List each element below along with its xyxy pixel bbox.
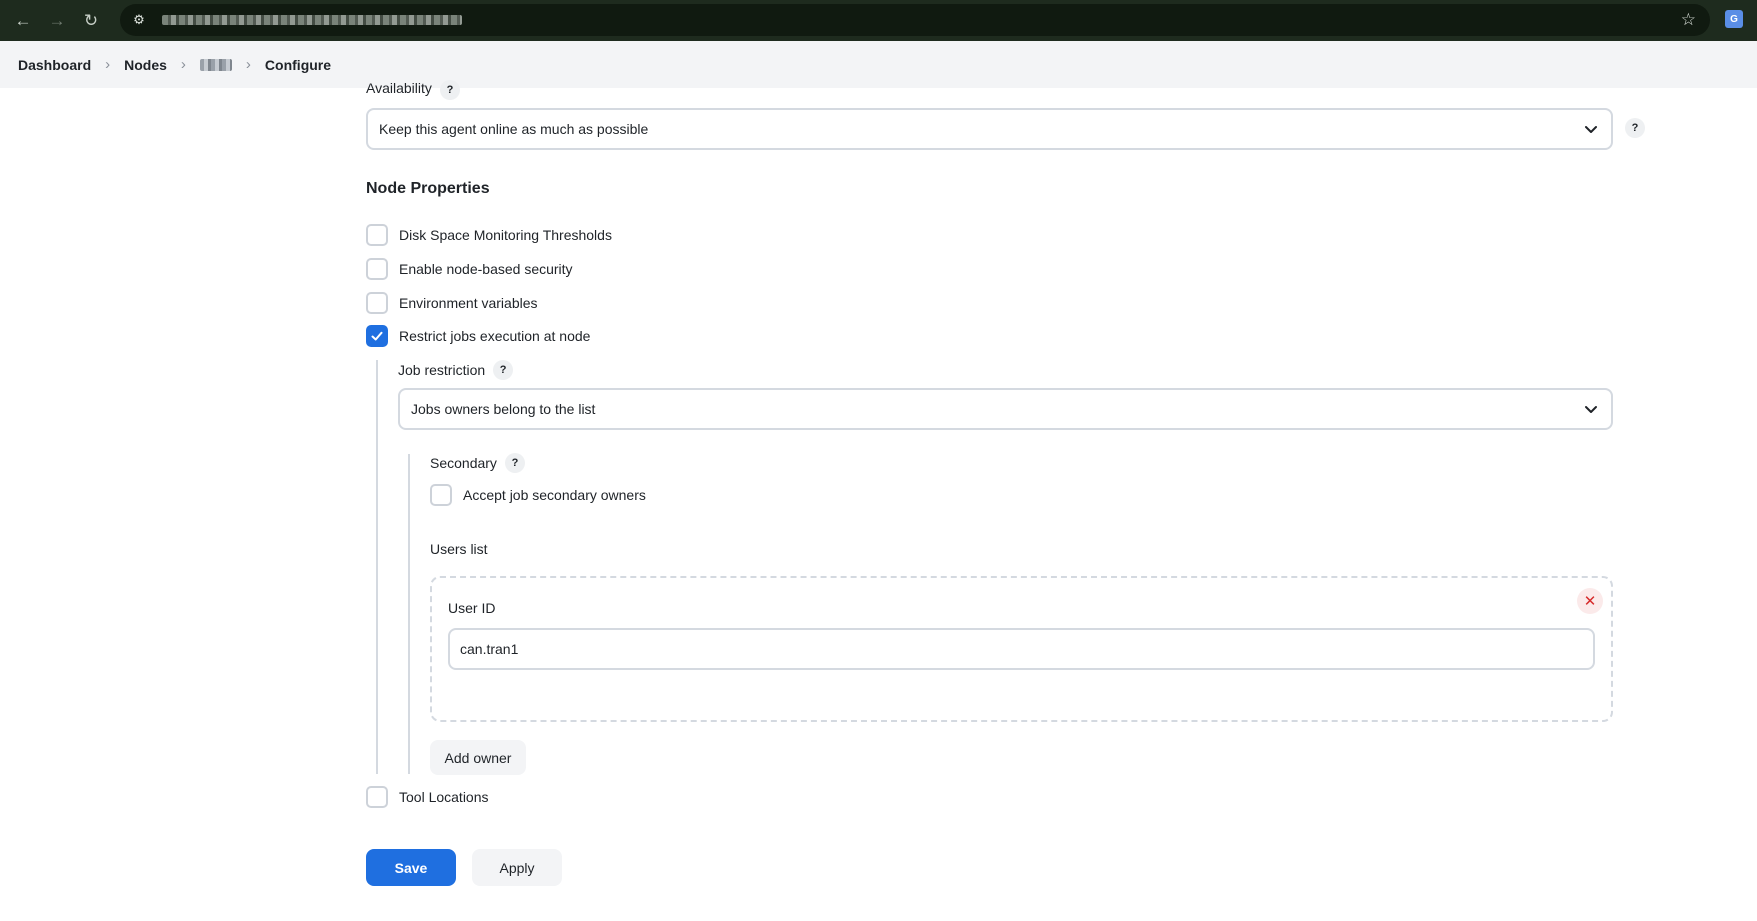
save-button[interactable]: Save xyxy=(366,849,456,886)
option-disk-space-monitoring[interactable]: Disk Space Monitoring Thresholds xyxy=(366,224,612,246)
reload-icon[interactable]: ↻ xyxy=(80,10,102,32)
chevron-right-icon: › xyxy=(245,56,251,73)
availability-label: Availability xyxy=(366,80,432,96)
secondary-text: Secondary xyxy=(430,455,497,471)
chevron-down-icon xyxy=(1585,126,1597,133)
breadcrumb: Dashboard › Nodes › › Configure xyxy=(0,41,1757,88)
url-text-redacted xyxy=(162,15,462,25)
chevron-down-icon xyxy=(1585,406,1597,413)
secondary-label: Secondary ? xyxy=(430,453,525,473)
option-restrict-jobs-execution[interactable]: Restrict jobs execution at node xyxy=(366,325,590,347)
checkmark-icon xyxy=(371,331,383,341)
help-icon[interactable]: ? xyxy=(504,453,525,473)
option-accept-secondary-owners[interactable]: Accept job secondary owners xyxy=(430,484,646,506)
star-icon[interactable]: ☆ xyxy=(1681,10,1696,30)
checkbox-checked[interactable] xyxy=(366,325,388,347)
job-restriction-label: Job restriction ? xyxy=(398,360,514,380)
breadcrumb-node-redacted[interactable] xyxy=(199,58,232,71)
nested-section-line xyxy=(408,454,410,774)
chevron-right-icon: › xyxy=(105,56,111,73)
option-label: Tool Locations xyxy=(399,789,489,805)
help-icon[interactable]: ? xyxy=(493,360,514,380)
job-restriction-select[interactable]: Jobs owners belong to the list xyxy=(398,388,1613,430)
breadcrumb-dashboard[interactable]: Dashboard xyxy=(18,57,91,73)
apply-button[interactable]: Apply xyxy=(472,849,562,886)
user-id-label: User ID xyxy=(448,600,496,616)
availability-select[interactable]: Keep this agent online as much as possib… xyxy=(366,108,1613,150)
user-id-input[interactable] xyxy=(448,628,1595,670)
availability-selected-value: Keep this agent online as much as possib… xyxy=(379,121,649,137)
user-entry-card: ✕ User ID xyxy=(430,576,1613,722)
help-icon[interactable]: ? xyxy=(1625,118,1645,138)
browser-toolbar: ← → ↻ ⚙ ☆ G xyxy=(0,0,1757,41)
job-restriction-text: Job restriction xyxy=(398,362,486,378)
checkbox[interactable] xyxy=(366,292,388,314)
option-label: Environment variables xyxy=(399,295,538,311)
job-restriction-selected-value: Jobs owners belong to the list xyxy=(411,401,596,417)
checkbox[interactable] xyxy=(366,224,388,246)
node-configure-form: Availability ? Keep this agent online as… xyxy=(0,80,1757,921)
remove-user-button[interactable]: ✕ xyxy=(1577,588,1603,614)
option-node-based-security[interactable]: Enable node-based security xyxy=(366,258,573,280)
option-tool-locations[interactable]: Tool Locations xyxy=(366,786,489,808)
option-label: Enable node-based security xyxy=(399,261,573,277)
nested-section-line xyxy=(376,360,378,774)
chevron-right-icon: › xyxy=(180,56,186,73)
checkbox[interactable] xyxy=(366,258,388,280)
translate-icon[interactable]: G xyxy=(1725,10,1743,28)
option-label: Accept job secondary owners xyxy=(463,487,646,503)
breadcrumb-configure[interactable]: Configure xyxy=(265,57,331,73)
forward-arrow-icon[interactable]: → xyxy=(46,10,68,32)
checkbox[interactable] xyxy=(366,786,388,808)
address-bar[interactable]: ⚙ ☆ xyxy=(120,4,1710,36)
option-label: Restrict jobs execution at node xyxy=(399,328,591,344)
option-environment-variables[interactable]: Environment variables xyxy=(366,292,538,314)
breadcrumb-nodes[interactable]: Nodes xyxy=(124,57,167,73)
back-arrow-icon[interactable]: ← xyxy=(12,10,34,32)
node-properties-title: Node Properties xyxy=(366,180,490,197)
add-owner-button[interactable]: Add owner xyxy=(430,740,526,775)
checkbox[interactable] xyxy=(430,484,452,506)
option-label: Disk Space Monitoring Thresholds xyxy=(399,227,612,243)
users-list-label: Users list xyxy=(430,541,488,557)
help-icon[interactable]: ? xyxy=(440,80,460,100)
site-info-icon[interactable]: ⚙ xyxy=(128,9,150,31)
